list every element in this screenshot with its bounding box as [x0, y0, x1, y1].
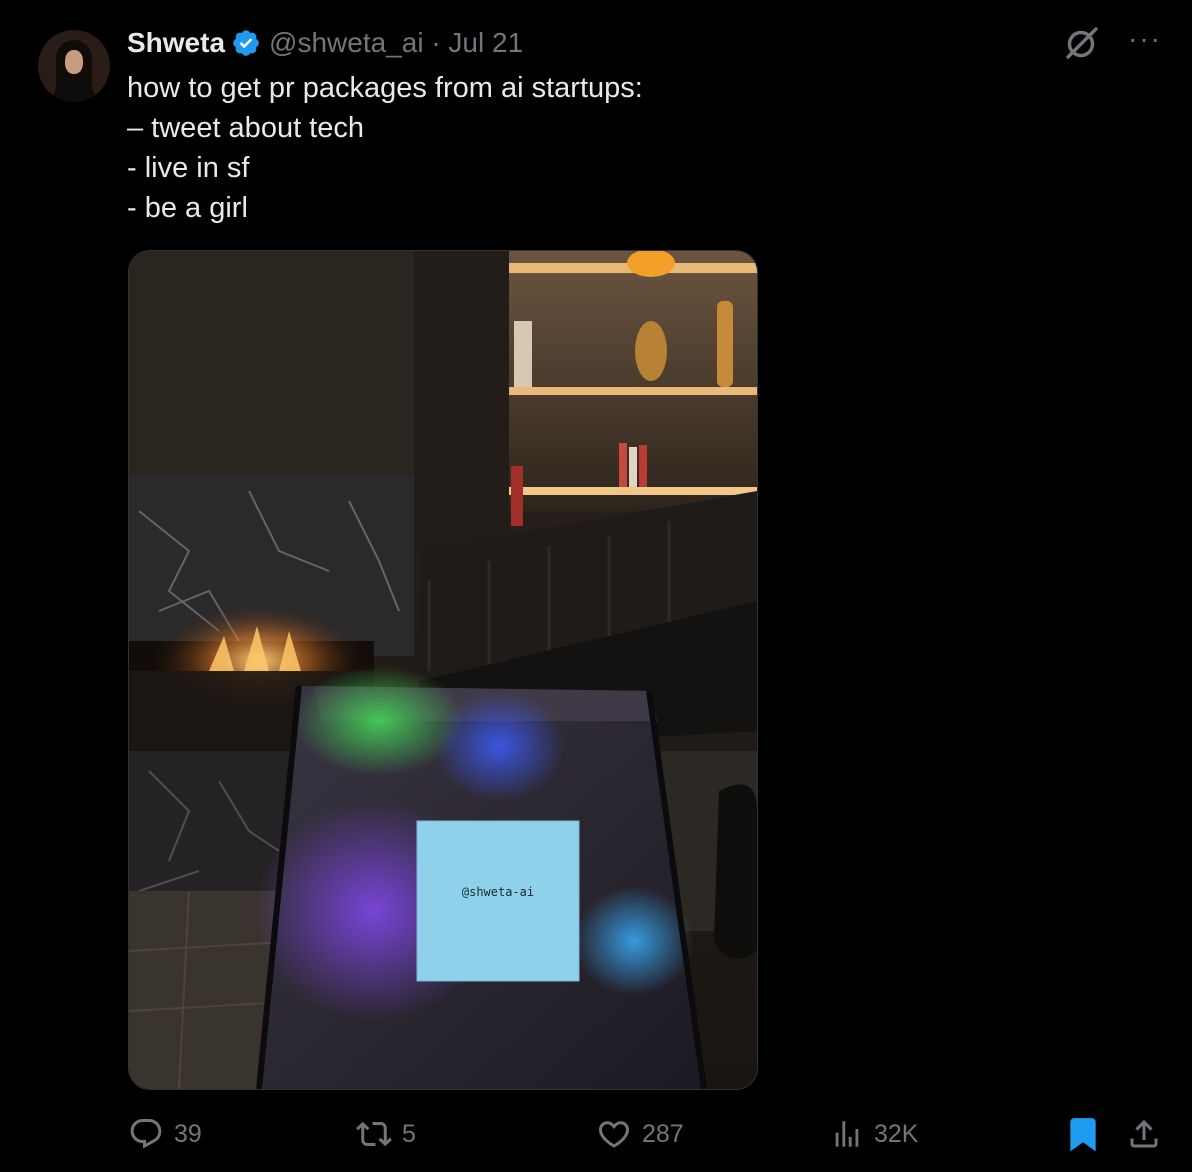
retweet-count: 5 [402, 1119, 416, 1148]
bookmark-icon [1070, 1118, 1096, 1152]
like-button[interactable]: 287 [596, 1112, 684, 1156]
view-count: 32K [874, 1119, 919, 1148]
reply-button[interactable]: 39 [128, 1112, 202, 1156]
tweet-photo[interactable]: @shweta-ai [128, 250, 758, 1090]
retweet-icon [356, 1121, 392, 1147]
tweet-line: - be a girl [127, 192, 248, 224]
tweet-line: – tweet about tech [127, 112, 364, 144]
views-button[interactable]: 32K [830, 1112, 918, 1156]
reply-icon [130, 1119, 162, 1149]
tweet-text: how to get pr packages from ai startups:… [127, 68, 1027, 228]
author-name[interactable]: Shweta [127, 27, 225, 59]
heart-icon [598, 1121, 630, 1148]
more-icon[interactable]: ··· [1128, 25, 1162, 53]
avatar[interactable] [38, 30, 110, 102]
handle-and-date[interactable]: @shweta_ai · Jul 21 [269, 27, 523, 59]
grok-icon[interactable] [1062, 24, 1102, 64]
views-icon [835, 1121, 859, 1147]
top-icons: ··· [1062, 24, 1162, 64]
like-count: 287 [642, 1119, 684, 1148]
tweet-line: - live in sf [127, 152, 250, 184]
reply-count: 39 [174, 1119, 202, 1148]
avatar-body [54, 78, 94, 102]
photo-scene: @shweta-ai [129, 251, 757, 1089]
avatar-face [65, 50, 83, 74]
bookmark-button[interactable] [1064, 1112, 1102, 1156]
tweet-header: Shweta @shweta_ai · Jul 21 [127, 26, 523, 60]
retweet-button[interactable]: 5 [356, 1112, 416, 1156]
share-button[interactable] [1126, 1112, 1162, 1156]
verified-badge-icon [231, 28, 261, 58]
sticky-note-text: @shweta-ai [462, 885, 534, 899]
share-icon [1130, 1119, 1158, 1148]
action-bar: 39 5 287 32K [0, 1112, 1192, 1156]
tweet-line: how to get pr packages from ai startups: [127, 72, 643, 104]
